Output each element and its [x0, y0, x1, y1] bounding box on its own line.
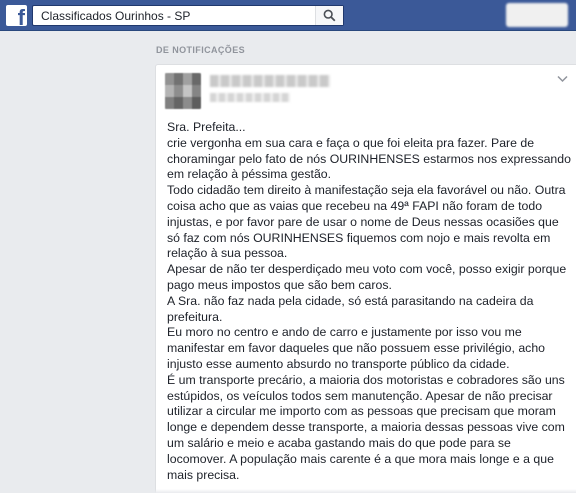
post-line: só faz com nós OURINHENSES fiquemos com … — [167, 230, 551, 245]
post-line: em relação à péssima gestão. — [167, 167, 332, 182]
section-label: DE NOTIFICAÇÕES — [156, 45, 246, 55]
post-line: relação à sua pessoa. — [167, 246, 288, 261]
post-line: crie vergonha em sua cara e faça o que f… — [167, 135, 535, 150]
post-body: Sra. Prefeita... crie vergonha em sua ca… — [167, 120, 572, 483]
search-icon — [323, 9, 336, 22]
search-input-value[interactable]: Classificados Ourinhos - SP — [41, 9, 190, 23]
author-name-redacted[interactable] — [210, 75, 330, 87]
post-card: Sra. Prefeita... crie vergonha em sua ca… — [155, 64, 576, 493]
post-line: coisa acho que as vaias que recebeu na 4… — [167, 198, 543, 213]
post-line: locomover. A população mais carente é a … — [167, 451, 554, 466]
profile-area-redacted[interactable] — [506, 3, 568, 27]
post-line: manifestar em favor daqueles que não pos… — [167, 341, 546, 356]
post-line: choramingar pelo fato de nós OURINHENSES… — [167, 151, 571, 166]
left-column — [0, 31, 140, 493]
post-line: longe e dependem desse transporte, a mai… — [167, 420, 565, 435]
search-field[interactable]: Classificados Ourinhos - SP — [32, 5, 344, 26]
post-line: Eu moro no centro e ando de carro e just… — [167, 325, 522, 340]
bottom-fade — [0, 489, 576, 493]
post-line: injustas, e por favor pare de usar o nom… — [167, 214, 559, 229]
post-meta-redacted — [210, 93, 290, 102]
post-line: pago meus impostos que são bem caros. — [167, 277, 392, 292]
facebook-logo-icon[interactable]: f — [6, 5, 27, 26]
post-line: estúpidos, os veículos todos sem manuten… — [167, 388, 553, 403]
post-line: prefeitura. — [167, 309, 223, 324]
post-line: A Sra. não faz nada pela cidade, só está… — [167, 293, 534, 308]
post-line: Sra. Prefeita... — [167, 120, 246, 134]
search-button[interactable] — [315, 6, 343, 25]
post-line: um salário e meio e acaba gastando mais … — [167, 435, 511, 450]
avatar[interactable] — [165, 73, 201, 109]
post-line: É um transporte precário, a maioria dos … — [167, 372, 565, 387]
post-line: Apesar de não ter desperdiçado meu voto … — [167, 262, 567, 277]
post-line: injusto esse aumento absurdo no transpor… — [167, 356, 510, 371]
post-line: utilizar a circular me importo com as pe… — [167, 404, 556, 419]
top-navigation-bar: f Classificados Ourinhos - SP — [0, 0, 576, 31]
post-line: Todo cidadão tem direito à manifestação … — [167, 183, 566, 198]
chevron-down-icon[interactable] — [557, 75, 568, 83]
facebook-logo-letter: f — [17, 5, 25, 27]
post-line: mais precisa. — [167, 467, 240, 482]
